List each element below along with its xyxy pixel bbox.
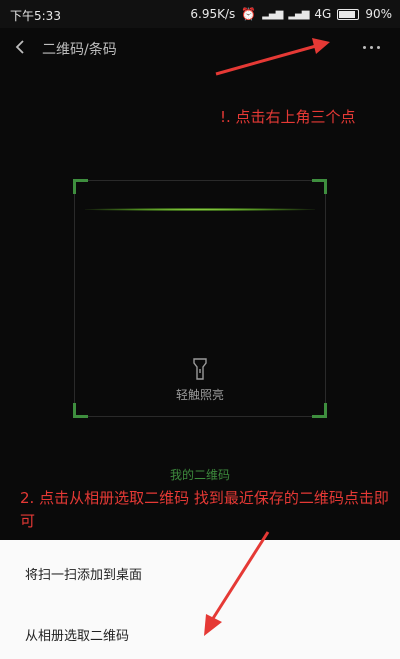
annotation-step-2: 2. 点击从相册选取二维码 找到最近保存的二维码点击即可 xyxy=(20,487,390,533)
flashlight-label: 轻触照亮 xyxy=(175,388,224,402)
battery-level: 90% xyxy=(365,7,392,21)
battery-icon xyxy=(337,8,360,20)
more-horizontal-icon[interactable] xyxy=(363,46,380,49)
scan-line xyxy=(85,208,315,211)
sheet-item-pick-from-album[interactable]: 从相册选取二维码 xyxy=(25,625,129,644)
signal-icon-2: ▂▄▆ xyxy=(288,8,309,20)
frame-corner xyxy=(312,179,327,194)
frame-corner xyxy=(312,403,327,418)
my-qr-code-link[interactable]: 我的二维码 xyxy=(0,466,400,483)
chevron-left-icon[interactable] xyxy=(12,38,30,56)
scan-frame: 轻触照亮 xyxy=(73,179,327,418)
app-bar: 二维码/条码 xyxy=(0,28,400,68)
annotation-step-1: !. 点击右上角三个点 xyxy=(220,108,356,126)
sheet-item-add-to-desktop[interactable]: 将扫一扫添加到桌面 xyxy=(25,564,142,583)
status-time: 下午5:33 xyxy=(10,9,61,23)
network-speed: 6.95K/s xyxy=(190,7,236,21)
status-indicators: 6.95K/s ⏰ ▂▄▆ ▂▄▆ 4G 90% xyxy=(190,7,392,21)
frame-corner xyxy=(73,179,88,194)
bottom-sheet: 将扫一扫添加到桌面 从相册选取二维码 xyxy=(0,540,400,659)
frame-corner xyxy=(73,403,88,418)
alarm-icon: ⏰ xyxy=(241,7,257,21)
signal-icon: ▂▄▆ xyxy=(262,8,283,20)
flashlight-button[interactable]: 轻触照亮 xyxy=(75,358,325,403)
flashlight-icon xyxy=(193,358,207,380)
network-type: 4G xyxy=(314,7,332,21)
page-title: 二维码/条码 xyxy=(42,42,117,58)
status-bar: 下午5:33 6.95K/s ⏰ ▂▄▆ ▂▄▆ 4G 90% xyxy=(0,0,400,28)
